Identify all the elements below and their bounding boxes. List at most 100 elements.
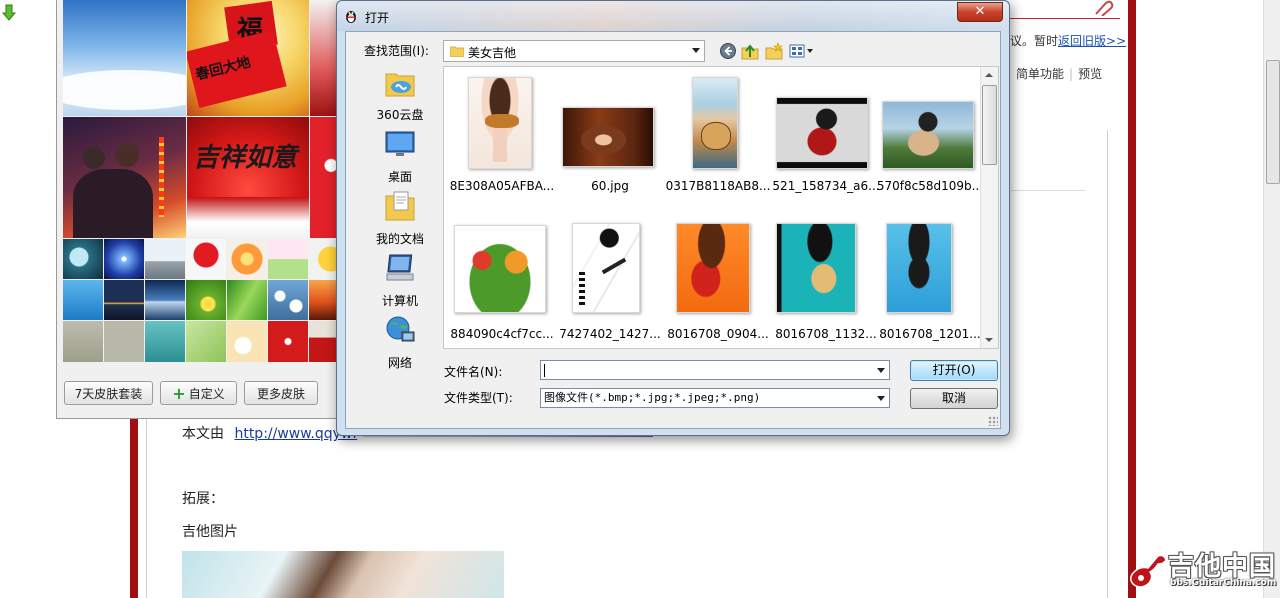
skin-tile-light-green[interactable] xyxy=(186,321,226,362)
skin-tile-blue-water[interactable] xyxy=(63,280,103,320)
desktop-icon xyxy=(385,131,415,156)
scroll-up-icon[interactable] xyxy=(985,73,993,77)
chevron-down-icon xyxy=(877,396,885,401)
close-button[interactable]: ✕ xyxy=(957,2,1003,22)
skin-tile-gray-animal[interactable] xyxy=(63,321,103,362)
cancel-button[interactable]: 取消 xyxy=(910,388,998,409)
place-label: 我的文档 xyxy=(375,232,424,246)
view-menu-icon[interactable] xyxy=(789,42,815,60)
skin-tile-girl-dark[interactable] xyxy=(63,239,103,279)
skin-tile-red-pattern[interactable] xyxy=(268,321,308,362)
new-folder-icon[interactable] xyxy=(765,42,783,60)
file-list-view[interactable]: 8E308A05AFBA... 60.jpg 0317B8118AB8... 5… xyxy=(443,66,999,349)
file-item[interactable]: 570f8c58d109b... xyxy=(876,73,984,203)
file-list-scrollbar-thumb[interactable] xyxy=(982,85,997,165)
skin-tile-green-ball[interactable] xyxy=(186,280,226,320)
filetype-select[interactable]: 图像文件(*.bmp;*.jpg;*.jpeg;*.png) xyxy=(540,388,890,408)
open-button[interactable]: 打开(O) xyxy=(910,360,998,381)
filename-label: 文件名(N): xyxy=(444,365,503,379)
skin-tile-red-knot[interactable] xyxy=(186,239,226,279)
file-name: 0317B8118AB8... xyxy=(665,179,771,193)
back-icon[interactable] xyxy=(719,42,737,60)
green-down-arrow-icon[interactable] xyxy=(2,4,16,22)
tools-separator: | xyxy=(1069,67,1074,81)
place-360-cloud[interactable]: 360云盘 xyxy=(354,66,446,124)
skin-tile-cream[interactable] xyxy=(227,321,267,362)
place-label: 计算机 xyxy=(381,294,418,308)
places-bar: 360云盘 桌面 我的文档 计算机 网络 xyxy=(354,66,446,370)
page-scrollbar[interactable] xyxy=(1263,0,1280,598)
computer-icon xyxy=(386,254,414,281)
version-notice: 议。暂时返回旧版>> xyxy=(1010,32,1126,49)
file-thumbnail xyxy=(468,77,532,169)
look-in-label: 查找范围(I): xyxy=(364,44,429,58)
dialog-titlebar[interactable]: 打开 ✕ xyxy=(337,1,1009,31)
skin-tile-flower-orange[interactable] xyxy=(227,239,267,279)
file-item[interactable]: 60.jpg xyxy=(556,73,664,203)
skin-tile-fu[interactable]: 福 春回大地 xyxy=(187,0,309,116)
up-folder-icon[interactable] xyxy=(741,42,759,60)
seven-day-skin-button[interactable]: 7天皮肤套装 xyxy=(64,381,153,405)
file-item[interactable]: 0317B8118AB8... xyxy=(664,73,772,203)
skin-tile-umbrella[interactable] xyxy=(268,239,308,279)
skin-tile-daisies[interactable] xyxy=(268,280,308,320)
place-my-documents[interactable]: 我的文档 xyxy=(354,190,446,248)
place-network[interactable]: 网络 xyxy=(354,314,446,372)
preview-link[interactable]: 预览 xyxy=(1078,67,1102,81)
file-item[interactable]: 7427402_1427... xyxy=(556,221,664,351)
look-in-combo[interactable]: 美女吉他 xyxy=(443,40,705,62)
skin-tile-jixiang[interactable]: 吉祥如意 xyxy=(187,117,309,238)
file-item[interactable]: 8016708_1201... xyxy=(876,221,984,351)
skin-tile-sea-sunset[interactable] xyxy=(145,280,185,320)
page-border-right xyxy=(1128,0,1136,598)
folder-icon xyxy=(450,46,464,57)
file-item[interactable]: 8E308A05AFBA... xyxy=(448,73,556,203)
skin-tile-sky[interactable] xyxy=(63,0,186,116)
custom-skin-label: 自定义 xyxy=(188,387,225,401)
paperclip-icon xyxy=(1095,0,1114,16)
file-name: 570f8c58d109b... xyxy=(876,179,984,193)
skin-tile-city-night[interactable] xyxy=(104,280,144,320)
skin-tile-green-leaf[interactable] xyxy=(227,280,267,320)
file-thumbnail xyxy=(572,223,640,313)
watermark-en: bbs.GuitarChina.com xyxy=(1170,578,1277,588)
file-thumbnail xyxy=(886,223,952,313)
dialog-body: 查找范围(I): 美女吉他 360云盘 桌面 我的文档 计算机 网络 8E308… xyxy=(345,31,1001,429)
skin-tile-teal[interactable] xyxy=(145,321,185,362)
scroll-down-icon[interactable] xyxy=(985,338,993,342)
skin-tile-car[interactable] xyxy=(145,239,185,279)
place-desktop[interactable]: 桌面 xyxy=(354,128,446,186)
return-old-version-link[interactable]: 返回旧版>> xyxy=(1058,34,1126,48)
custom-skin-button[interactable]: + 自定义 xyxy=(160,381,237,405)
filename-input[interactable] xyxy=(540,360,890,380)
file-thumbnail xyxy=(776,223,856,313)
file-name: 8016708_1201... xyxy=(879,327,981,341)
skin-tile-family[interactable] xyxy=(63,117,186,238)
file-item[interactable]: 8016708_0904... xyxy=(664,221,772,351)
simple-mode-link[interactable]: 简单功能 xyxy=(1016,67,1064,81)
page-scrollbar-thumb[interactable] xyxy=(1266,60,1280,184)
file-item[interactable]: 521_158734_a6... xyxy=(772,73,880,203)
left-gutter xyxy=(0,0,56,598)
extend-heading: 拓展： xyxy=(182,491,224,507)
more-skins-button[interactable]: 更多皮肤 xyxy=(244,381,318,405)
version-notice-text: 议。暂时 xyxy=(1010,34,1059,48)
place-label: 网络 xyxy=(387,356,412,370)
file-name: 521_158734_a6... xyxy=(772,179,880,193)
guitar-logo-icon xyxy=(1130,554,1167,588)
skin-tile-gray-plain[interactable] xyxy=(104,321,144,362)
file-name: 8016708_1132... xyxy=(775,327,877,341)
file-list-scrollbar[interactable] xyxy=(980,67,998,348)
source-prefix: 本文由 xyxy=(182,426,224,442)
file-name: 884090c4cf7cc... xyxy=(450,327,554,341)
resize-grip[interactable] xyxy=(988,416,998,426)
place-label: 桌面 xyxy=(387,170,412,184)
filetype-label: 文件类型(T): xyxy=(444,391,513,405)
file-item[interactable]: 8016708_1132... xyxy=(772,221,880,351)
skin-tile-blue-fireworks[interactable] xyxy=(104,239,144,279)
dialog-title: 打开 xyxy=(365,11,390,25)
place-computer[interactable]: 计算机 xyxy=(354,252,446,310)
file-item[interactable]: 884090c4cf7cc... xyxy=(448,221,556,351)
file-thumbnail xyxy=(454,225,546,313)
chevron-down-icon[interactable] xyxy=(877,368,885,373)
